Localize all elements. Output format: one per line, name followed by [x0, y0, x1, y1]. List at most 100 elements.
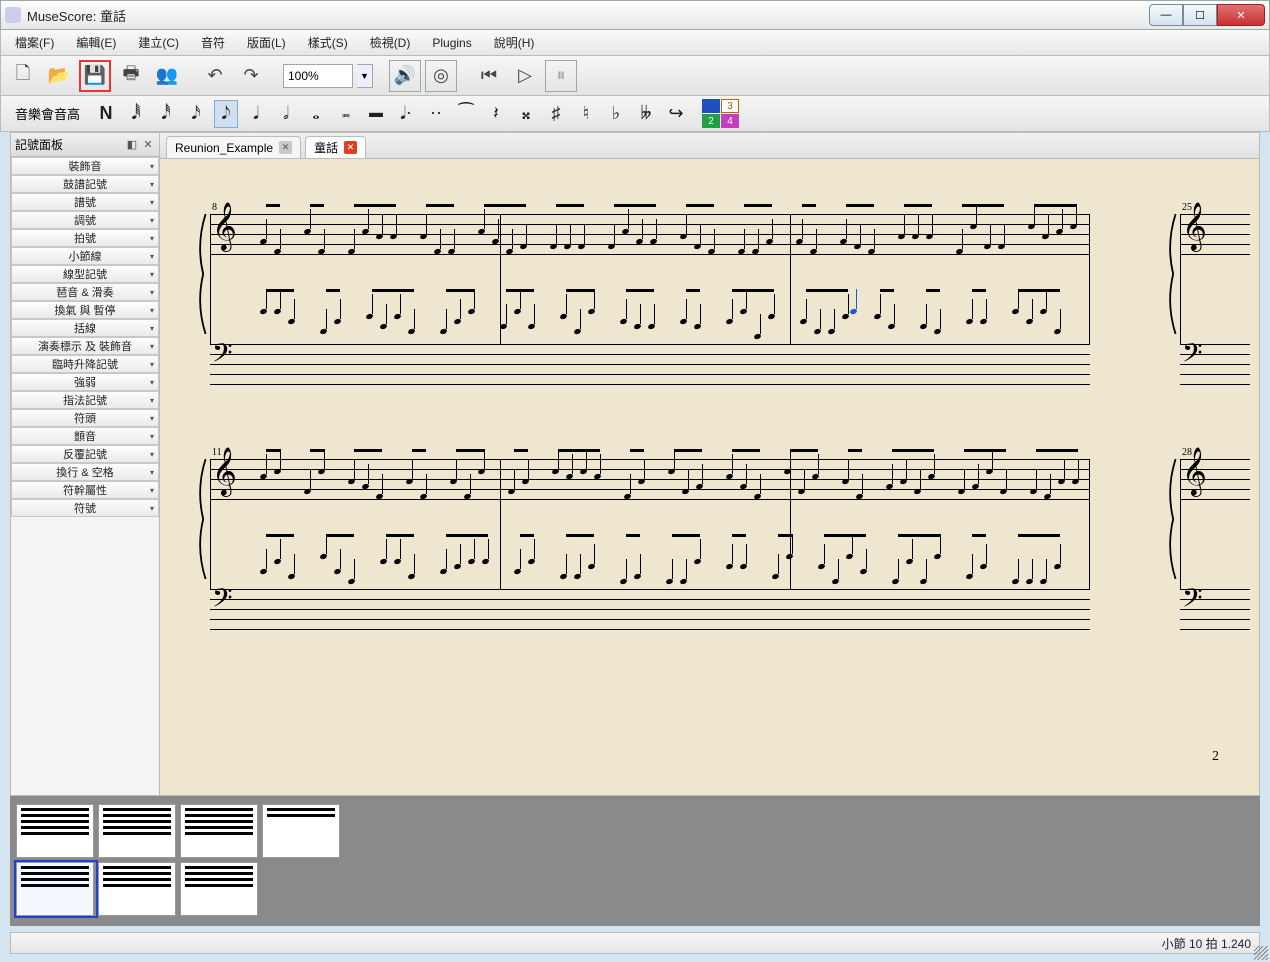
palette-item[interactable]: 拍號▾ — [11, 229, 159, 247]
midi-button[interactable]: ◎ — [425, 60, 457, 92]
menu-layout[interactable]: 版面(L) — [239, 30, 294, 55]
group-button[interactable]: 👥 — [151, 60, 183, 92]
duration-32nd-icon[interactable]: 𝅘𝅥𝅰 — [154, 100, 178, 128]
natural-icon[interactable]: ♮ — [574, 100, 598, 128]
navigator-page[interactable] — [16, 804, 94, 858]
sound-button[interactable]: 🔊 — [389, 60, 421, 92]
navigator-page[interactable] — [180, 862, 258, 916]
menu-display[interactable]: 檢視(D) — [362, 30, 419, 55]
duration-8th-icon[interactable]: 𝅘𝅥𝅮 — [214, 100, 238, 128]
palette-header[interactable]: 記號面板 ◧ ✕ — [11, 133, 159, 157]
sharp-icon[interactable]: ♯ — [544, 100, 568, 128]
close-button[interactable]: ✕ — [1217, 4, 1265, 26]
note-input-mode-button[interactable]: N — [94, 100, 118, 128]
print-button[interactable]: 🖶 — [115, 60, 147, 92]
app-icon — [5, 7, 21, 23]
duration-whole-icon[interactable]: 𝅝 — [304, 100, 328, 128]
double-dot-icon[interactable]: ·· — [424, 100, 448, 128]
palette-item[interactable]: 裝飾音▾ — [11, 157, 159, 175]
menu-create[interactable]: 建立(C) — [130, 30, 187, 55]
double-flat-icon[interactable]: 𝄫 — [634, 100, 658, 128]
palette-item-label: 符頭 — [74, 410, 96, 426]
palette-item[interactable]: 反覆記號▾ — [11, 445, 159, 463]
voice-2-button[interactable]: 2 — [702, 114, 720, 128]
dot-icon[interactable]: 𝅘𝅥· — [394, 100, 418, 128]
flat-icon[interactable]: ♭ — [604, 100, 628, 128]
palette-item[interactable]: 線型記號▾ — [11, 265, 159, 283]
flip-stem-icon[interactable]: ↪ — [664, 100, 688, 128]
palette-item[interactable]: 指法記號▾ — [11, 391, 159, 409]
menu-notes[interactable]: 音符 — [193, 30, 233, 55]
undo-button[interactable]: ↶ — [199, 60, 231, 92]
window-controls: — ☐ ✕ — [1149, 4, 1265, 26]
navigator-page[interactable] — [98, 862, 176, 916]
palette-item[interactable]: 演奏標示 及 裝飾音▾ — [11, 337, 159, 355]
resize-grip-icon[interactable] — [1254, 946, 1268, 960]
menu-file[interactable]: 檔案(F) — [7, 30, 62, 55]
window-title: MuseScore: 童話 — [27, 6, 1149, 25]
navigator-page[interactable] — [98, 804, 176, 858]
navigator-viewport[interactable] — [14, 860, 98, 918]
concert-pitch-button[interactable]: 音樂會音高 — [7, 104, 88, 123]
palette-item-label: 括線 — [74, 320, 96, 336]
palette-item[interactable]: 符頭▾ — [11, 409, 159, 427]
menu-style[interactable]: 樣式(S) — [300, 30, 356, 55]
minimize-button[interactable]: — — [1149, 4, 1183, 26]
open-file-button[interactable]: 📂 — [43, 60, 75, 92]
menu-plugins[interactable]: Plugins — [424, 32, 479, 54]
duration-quarter-icon[interactable]: 𝅘𝅥 — [244, 100, 268, 128]
voice-1-button[interactable] — [702, 99, 720, 113]
voice-selector: 3 2 4 — [702, 99, 739, 128]
duration-64th-icon[interactable]: 𝅘𝅥𝅱 — [124, 100, 148, 128]
palette-item[interactable]: 琶音 & 滑奏▾ — [11, 283, 159, 301]
rewind-button[interactable]: ⏮ — [473, 60, 505, 92]
rest-icon[interactable]: 𝄽 — [484, 100, 508, 128]
palette-item[interactable]: 括線▾ — [11, 319, 159, 337]
palette-item[interactable]: 換行 & 空格▾ — [11, 463, 159, 481]
double-sharp-icon[interactable]: 𝄪 — [514, 100, 538, 128]
new-file-button[interactable]: 🗋 — [7, 60, 39, 92]
palette-item[interactable]: 強弱▾ — [11, 373, 159, 391]
palette-close-icon[interactable]: ✕ — [141, 138, 155, 152]
zoom-value: 100% — [288, 69, 319, 83]
redo-button[interactable]: ↷ — [235, 60, 267, 92]
bass-clef-icon: 𝄢 — [1182, 585, 1203, 617]
document-tab[interactable]: Reunion_Example✕ — [166, 136, 301, 158]
palette-item-label: 小節線 — [69, 248, 102, 264]
duration-longa-icon[interactable]: ▬ — [364, 100, 388, 128]
palette-float-icon[interactable]: ◧ — [125, 138, 139, 152]
palette-item[interactable]: 換氣 與 暫停▾ — [11, 301, 159, 319]
palette-item[interactable]: 調號▾ — [11, 211, 159, 229]
menu-help[interactable]: 說明(H) — [486, 30, 543, 55]
palette-item[interactable]: 小節線▾ — [11, 247, 159, 265]
voice-4-button[interactable]: 4 — [721, 114, 739, 128]
tab-close-icon[interactable]: ✕ — [279, 141, 292, 154]
palette-item[interactable]: 譜號▾ — [11, 193, 159, 211]
menu-edit[interactable]: 編輯(E) — [68, 30, 124, 55]
status-bar: 小節 10 拍 1.240 — [10, 932, 1260, 954]
tie-icon[interactable]: ⁀ — [454, 100, 478, 128]
play-button[interactable]: ▷ — [509, 60, 541, 92]
palette-item[interactable]: 符號▾ — [11, 499, 159, 517]
zoom-dropdown[interactable]: ▼ — [357, 64, 373, 88]
document-tab[interactable]: 童話✕ — [305, 136, 366, 158]
save-button[interactable]: 💾 — [79, 60, 111, 92]
navigator-page[interactable] — [262, 804, 340, 858]
duration-half-icon[interactable]: 𝅗𝅥 — [274, 100, 298, 128]
pause-button[interactable]: ⏸ — [545, 60, 577, 92]
duration-16th-icon[interactable]: 𝅘𝅥𝅯 — [184, 100, 208, 128]
palette-item[interactable]: 鼓譜記號▾ — [11, 175, 159, 193]
duration-breve-icon[interactable]: 𝅜 — [334, 100, 358, 128]
score-canvas[interactable]: 8 𝄞 𝄢 — [160, 159, 1259, 795]
zoom-input[interactable]: 100% — [283, 64, 353, 88]
palette-item[interactable]: 顫音▾ — [11, 427, 159, 445]
palette-item[interactable]: 符幹屬性▾ — [11, 481, 159, 499]
maximize-button[interactable]: ☐ — [1183, 4, 1217, 26]
voice-3-button[interactable]: 3 — [721, 99, 739, 113]
brace-icon — [196, 214, 208, 334]
palette-item-label: 反覆記號 — [63, 446, 107, 462]
navigator-panel[interactable] — [10, 796, 1260, 926]
palette-item[interactable]: 臨時升降記號▾ — [11, 355, 159, 373]
navigator-page[interactable] — [180, 804, 258, 858]
tab-close-icon[interactable]: ✕ — [344, 141, 357, 154]
